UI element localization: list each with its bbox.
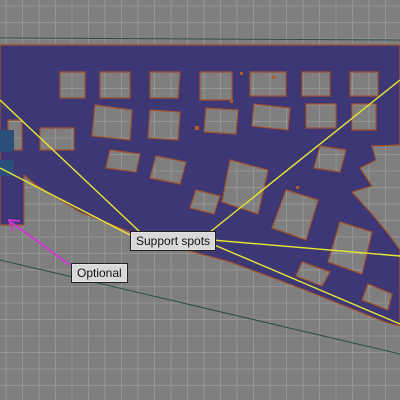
- support-spots-label: Support spots: [130, 231, 217, 251]
- optional-label: Optional: [71, 263, 128, 283]
- optional-arrow: [7, 218, 71, 266]
- model-part[interactable]: [0, 44, 400, 327]
- support-marker: [230, 100, 233, 103]
- support-marker: [272, 76, 275, 79]
- support-marker: [240, 72, 243, 75]
- arrow-shaft: [10, 221, 71, 266]
- support-marker: [296, 186, 299, 189]
- model-block: [0, 130, 14, 152]
- print-preview-scene: [0, 0, 400, 400]
- model-body: [0, 44, 400, 327]
- 3d-viewport[interactable]: Support spots Optional: [0, 0, 400, 400]
- support-marker: [195, 126, 199, 130]
